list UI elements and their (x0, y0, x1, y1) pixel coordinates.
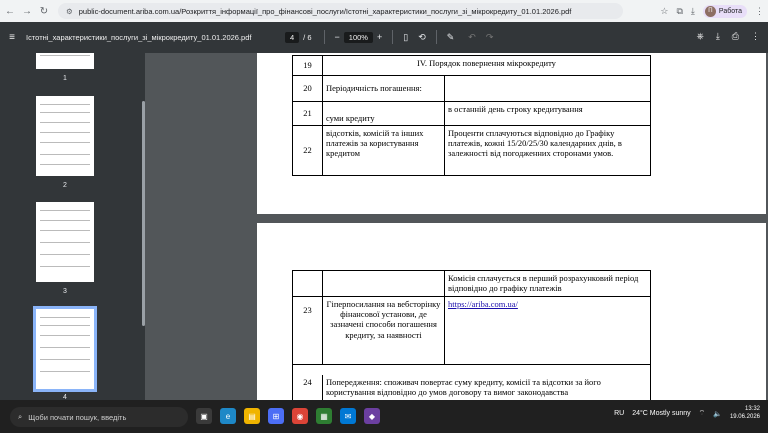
redo-icon[interactable]: ↷ (486, 32, 494, 43)
row-number: 20 (292, 75, 323, 102)
avatar: П (704, 5, 716, 17)
site-info-icon[interactable]: ⚙ (66, 7, 73, 16)
terms-table: 19 IV. Порядок повернення мікрокредиту 2… (292, 55, 651, 176)
row-number: 24 (292, 374, 323, 400)
row-number: 21 (292, 101, 323, 126)
pdf-page: 19 IV. Порядок повернення мікрокредиту 2… (257, 53, 766, 214)
edge-icon[interactable]: e (220, 408, 236, 424)
taskbar-search[interactable]: ⌕ Щоби почати пошук, введіть (10, 407, 188, 427)
toolbar-divider (323, 30, 325, 44)
volume-icon[interactable]: 🔈 (713, 410, 722, 418)
table-row (292, 364, 651, 375)
sidebar-scrollbar[interactable] (142, 101, 145, 326)
row-spacer (292, 364, 651, 375)
row-label: Періодичність погашення: (322, 75, 445, 102)
row-value: Проценти сплачуються відповідно до Графі… (444, 125, 651, 176)
table-row: 21 суми кредиту в останній день строку к… (292, 101, 651, 126)
back-icon[interactable]: ← (3, 4, 17, 18)
search-icon: ⌕ (18, 412, 23, 421)
row-number: 23 (292, 296, 323, 365)
table-row: Комісія сплачується в перший розрахунков… (292, 270, 651, 297)
network-icon[interactable]: ⌔ (699, 409, 706, 418)
profile-button[interactable]: П Работа (702, 4, 747, 18)
download-pdf-icon[interactable]: ⤓ (716, 31, 720, 42)
row-number: 22 (292, 125, 323, 176)
thumbnail-page-3[interactable] (36, 202, 94, 282)
url-text: public-document.ariba.com.ua/Розкриття_і… (78, 6, 572, 16)
row-number: 19 (292, 55, 323, 76)
thumbnail-sidebar: 1 2 3 4 (0, 53, 145, 400)
app-icon[interactable]: ✉ (340, 408, 356, 424)
extensions-icon[interactable]: ⧉ (676, 6, 682, 17)
table-row: 24 Попередження: споживач повертає суму … (292, 374, 651, 400)
row-value: Комісія сплачується в перший розрахунков… (444, 270, 651, 297)
pdf-page: Комісія сплачується в перший розрахунков… (257, 223, 766, 400)
pdf-viewer[interactable]: 19 IV. Порядок повернення мікрокредиту 2… (150, 53, 768, 400)
clock[interactable]: 13:32 19.06.2026 (730, 406, 760, 422)
website-link[interactable]: https://ariba.com.ua/ (448, 299, 518, 309)
hamburger-menu-icon[interactable]: ≡ (2, 32, 22, 43)
row-value (444, 75, 651, 102)
row-label: Гіперпосилання на вебсторінку фінансової… (322, 296, 445, 365)
row-number (292, 270, 323, 297)
browser-toolbar: ← → ↻ ⚙ public-document.ariba.com.ua/Роз… (0, 0, 768, 22)
search-placeholder: Щоби почати пошук, введіть (28, 412, 127, 422)
print-icon[interactable]: ⎙ (732, 31, 739, 42)
zoom-input[interactable]: 100% (343, 31, 373, 43)
date: 19.06.2026 (729, 413, 760, 420)
menu-dots-icon[interactable]: ⋮ (755, 6, 764, 17)
table-row: 19 IV. Порядок повернення мікрокредиту (292, 55, 651, 76)
store-icon[interactable]: ⊞ (268, 408, 284, 424)
table-row: 23 Гіперпосилання на вебсторінку фінансо… (292, 296, 651, 365)
more-options-icon[interactable]: ⋮ (751, 31, 760, 42)
terms-table: Комісія сплачується в перший розрахунков… (292, 270, 651, 400)
download-icon[interactable]: ⤓ (691, 6, 695, 17)
row-value: в останній день строку кредитування (444, 101, 651, 126)
task-view-icon[interactable]: ▣ (196, 408, 212, 424)
app-icon[interactable]: ◆ (364, 408, 380, 424)
address-bar[interactable]: ⚙ public-document.ariba.com.ua/Розкриття… (58, 3, 623, 19)
reload-icon[interactable]: ↻ (37, 4, 51, 18)
zoom-in-icon[interactable]: + (377, 32, 382, 42)
system-tray: RU 24°C Mostly sunny ⌔ 🔈 13:32 19.06.202… (614, 406, 760, 422)
pdf-title: Істотні_характеристики_послуги_зі_мікрок… (26, 33, 252, 42)
chrome-icon[interactable]: ◉ (292, 408, 308, 424)
toolbar-divider (392, 30, 394, 44)
undo-icon[interactable]: ↶ (468, 32, 476, 43)
table-row: 20 Періодичність погашення: (292, 75, 651, 102)
pdf-toolbar: ≡ Істотні_характеристики_послуги_зі_мікр… (0, 22, 768, 53)
profile-label: Работа (718, 7, 742, 15)
row-label: відсотків, комісій та інших платежів за … (322, 125, 445, 176)
row-value: https://ariba.com.ua/ (444, 296, 651, 365)
time: 13:32 (744, 406, 760, 412)
toolbar-divider (435, 30, 437, 44)
section-heading: IV. Порядок повернення мікрокредиту (322, 55, 651, 76)
thumbnail-page-1[interactable] (36, 53, 94, 69)
fit-page-icon[interactable]: ▯ (403, 32, 408, 43)
thumbnail-label: 3 (63, 288, 67, 295)
bookmark-star-icon[interactable]: ☆ (660, 6, 668, 17)
rotate-icon[interactable]: ⟲ (418, 32, 426, 43)
zoom-out-icon[interactable]: − (335, 32, 340, 42)
language-indicator[interactable]: RU (614, 410, 624, 417)
app-icon[interactable]: ▦ (316, 408, 332, 424)
forward-icon[interactable]: → (20, 4, 34, 18)
weather-widget[interactable]: 24°C Mostly sunny (632, 410, 690, 417)
thumbnail-page-2[interactable] (36, 96, 94, 176)
page-total: / 6 (303, 32, 312, 42)
thumbnail-page-4[interactable] (33, 306, 97, 392)
row-label: суми кредиту (322, 101, 445, 126)
row-label (322, 270, 445, 297)
annotate-icon[interactable]: ✎ (447, 32, 455, 43)
windows-taskbar: ⌕ Щоби почати пошук, введіть ▣ e ▤ ⊞ ◉ ▦… (0, 400, 768, 433)
thumbnail-label: 1 (63, 75, 67, 82)
page-number-input[interactable]: 4 (285, 31, 300, 43)
warning-text: Попередження: споживач повертає суму кре… (322, 374, 651, 400)
table-row: 22 відсотків, комісій та інших платежів … (292, 125, 651, 176)
thumbnail-label: 2 (63, 182, 67, 189)
share-icon[interactable]: ⎈ (697, 31, 704, 42)
files-icon[interactable]: ▤ (244, 408, 260, 424)
